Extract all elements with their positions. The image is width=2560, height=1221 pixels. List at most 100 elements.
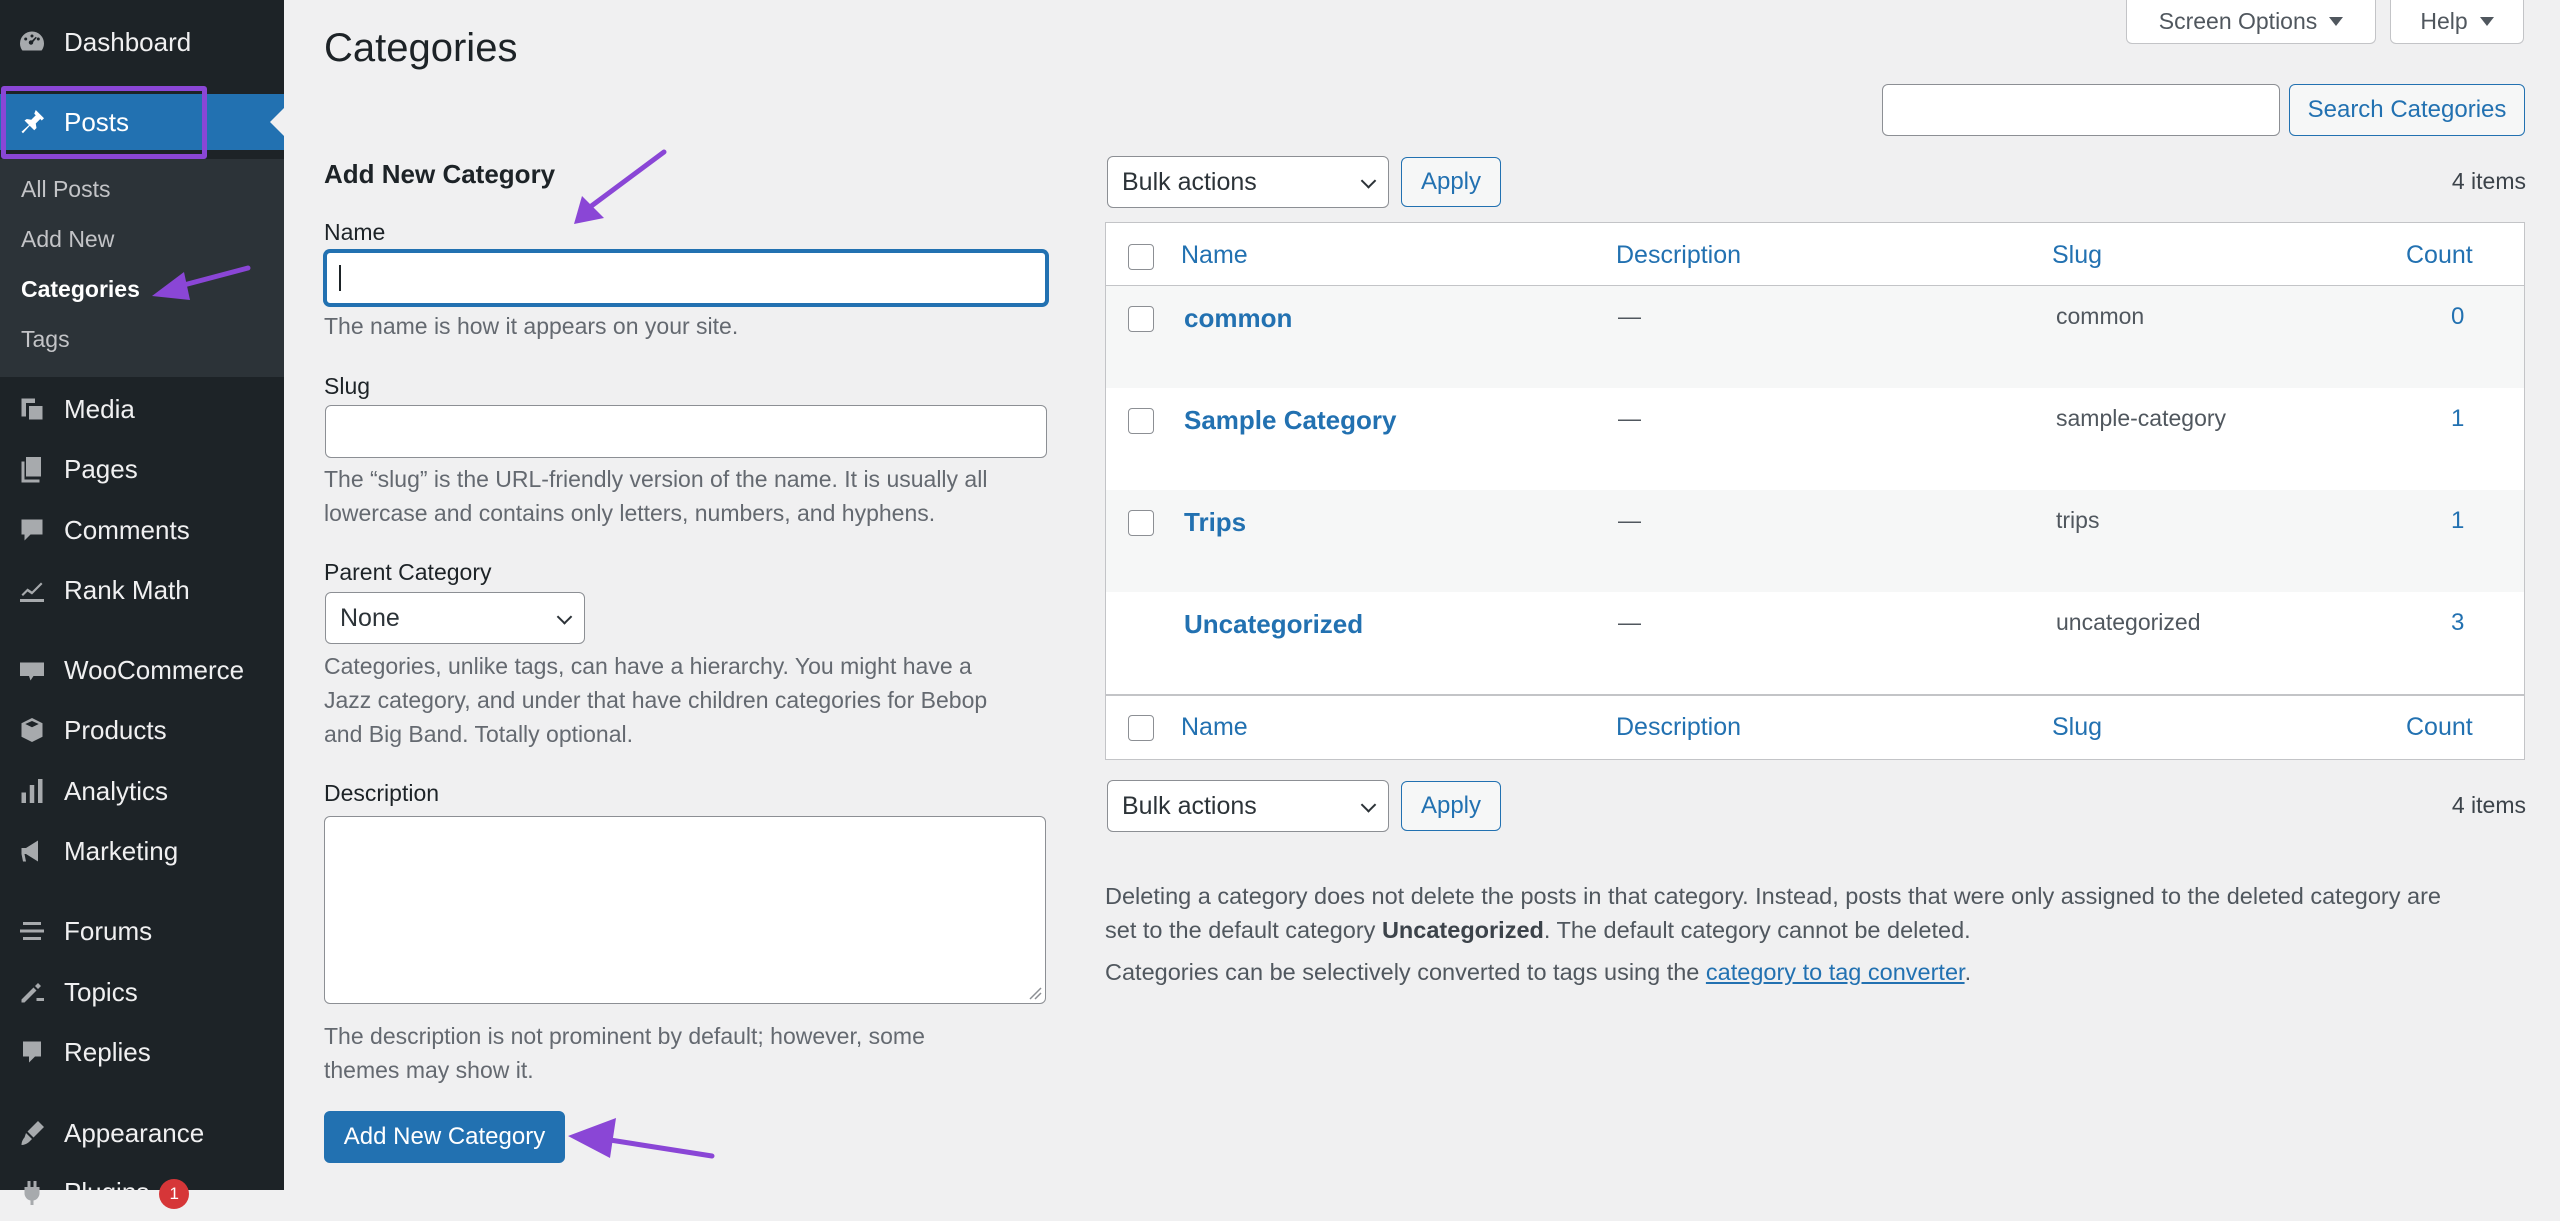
category-count-link[interactable]: 1 — [2451, 507, 2464, 535]
screen-options-button[interactable]: Screen Options — [2126, 0, 2376, 44]
parent-category-select[interactable]: None — [325, 592, 585, 644]
category-name-link[interactable]: common — [1184, 303, 1292, 334]
admin-sidebar: Dashboard Posts All Posts Add New Catego… — [0, 0, 284, 1210]
category-description: — — [1618, 507, 1641, 533]
column-header-count[interactable]: Count — [2406, 241, 2473, 270]
footer-divider — [1106, 694, 2524, 696]
annotation-arrow-categories — [152, 265, 251, 300]
column-footer-slug[interactable]: Slug — [2052, 713, 2102, 742]
description-label: Description — [324, 780, 440, 806]
bulk-actions-select-top[interactable]: Bulk actions — [1107, 156, 1389, 208]
page-title: Categories — [324, 26, 518, 70]
column-header-slug[interactable]: Slug — [2052, 241, 2102, 270]
parent-help-line-3: and Big Band. Totally optional. — [324, 721, 634, 747]
row-checkbox[interactable] — [1128, 510, 1154, 536]
update-count-badge: 1 — [159, 1179, 190, 1210]
category-to-tag-converter-link[interactable]: category to tag converter — [1706, 959, 1965, 985]
menu-comments-label: Comments — [64, 514, 190, 545]
table-row: Sample Category — sample-category 1 — [1106, 388, 2524, 490]
help-button[interactable]: Help — [2390, 0, 2524, 44]
slug-input[interactable] — [325, 405, 1047, 458]
menu-media[interactable]: Media — [0, 381, 284, 437]
menu-rank-math[interactable]: Rank Math — [0, 562, 284, 618]
description-help-line-1: The description is not prominent by defa… — [324, 1023, 925, 1049]
chevron-down-icon — [1360, 173, 1377, 189]
table-row: common — common 0 — [1106, 286, 2524, 388]
appearance-icon — [0, 1118, 64, 1148]
parent-category-value: None — [340, 603, 400, 632]
apply-button-top[interactable]: Apply — [1401, 157, 1501, 207]
submenu-add-new[interactable]: Add New — [21, 226, 114, 253]
comments-icon — [0, 515, 64, 545]
search-categories-input[interactable] — [1882, 84, 2280, 136]
category-slug: trips — [2056, 507, 2100, 533]
menu-dashboard-label: Dashboard — [64, 26, 192, 57]
search-categories-button[interactable]: Search Categories — [2289, 84, 2525, 136]
category-slug: uncategorized — [2056, 609, 2201, 635]
menu-comments[interactable]: Comments — [0, 502, 284, 558]
menu-appearance-label: Appearance — [64, 1117, 205, 1148]
column-header-description[interactable]: Description — [1616, 241, 1741, 270]
screen-options-label: Screen Options — [2158, 8, 2318, 34]
row-checkbox[interactable] — [1128, 306, 1154, 332]
menu-analytics[interactable]: Analytics — [0, 763, 284, 819]
resize-handle-icon[interactable] — [1028, 986, 1042, 1000]
submenu-tags[interactable]: Tags — [21, 326, 70, 353]
column-footer-name[interactable]: Name — [1181, 713, 1248, 742]
menu-woocommerce[interactable]: WooCommerce — [0, 642, 284, 698]
name-help-text: The name is how it appears on your site. — [324, 313, 739, 339]
submenu-all-posts[interactable]: All Posts — [21, 176, 110, 203]
default-category-name: Uncategorized — [1381, 917, 1544, 943]
media-icon — [0, 394, 64, 424]
category-count-link[interactable]: 0 — [2451, 303, 2464, 331]
converter-note-text: Categories can be selectively converted … — [1105, 959, 1706, 985]
annotation-arrow-name — [574, 149, 667, 224]
annotation-arrow-add-button — [568, 1118, 715, 1159]
slug-label: Slug — [324, 373, 371, 399]
menu-replies[interactable]: Replies — [0, 1024, 284, 1080]
row-checkbox[interactable] — [1128, 408, 1154, 434]
category-description: — — [1618, 405, 1641, 431]
menu-replies-label: Replies — [64, 1036, 151, 1067]
category-name-link[interactable]: Trips — [1184, 507, 1246, 538]
rank-math-icon — [0, 575, 64, 605]
add-new-category-button[interactable]: Add New Category — [324, 1111, 565, 1163]
category-count-link[interactable]: 3 — [2451, 609, 2464, 637]
column-footer-count[interactable]: Count — [2406, 713, 2473, 742]
column-header-name[interactable]: Name — [1181, 241, 1248, 270]
menu-forums[interactable]: Forums — [0, 903, 284, 959]
menu-pages[interactable]: Pages — [0, 441, 284, 497]
products-icon — [0, 715, 64, 745]
menu-products[interactable]: Products — [0, 702, 284, 758]
menu-plugins-label: Plugins 1 — [64, 1177, 190, 1210]
category-slug: common — [2056, 303, 2145, 329]
menu-topics[interactable]: Topics — [0, 964, 284, 1020]
description-textarea[interactable] — [324, 816, 1046, 1004]
select-all-checkbox[interactable] — [1128, 244, 1154, 270]
items-count-bottom: 4 items — [2451, 792, 2526, 818]
menu-appearance[interactable]: Appearance — [0, 1105, 284, 1161]
woocommerce-icon — [0, 655, 64, 685]
bulk-actions-select-bottom[interactable]: Bulk actions — [1107, 780, 1389, 832]
apply-button-bottom[interactable]: Apply — [1401, 781, 1501, 831]
delete-note-text-end: . The default category cannot be deleted… — [1543, 917, 1971, 943]
category-description: — — [1618, 303, 1641, 329]
replies-icon — [0, 1037, 64, 1067]
column-footer-description[interactable]: Description — [1616, 713, 1741, 742]
menu-dashboard[interactable]: Dashboard — [0, 14, 284, 70]
select-all-checkbox-footer[interactable] — [1128, 715, 1154, 741]
menu-marketing[interactable]: Marketing — [0, 823, 284, 879]
menu-forums-label: Forums — [64, 915, 153, 946]
items-count-top: 4 items — [2451, 168, 2526, 194]
category-name-link[interactable]: Sample Category — [1184, 405, 1396, 436]
category-name-link[interactable]: Uncategorized — [1184, 609, 1363, 640]
submenu-categories[interactable]: Categories — [21, 276, 140, 303]
menu-plugins[interactable]: Plugins 1 — [0, 1165, 284, 1221]
delete-note-line-1: Deleting a category does not delete the … — [1105, 883, 2441, 909]
name-input[interactable] — [324, 250, 1048, 306]
category-count-link[interactable]: 1 — [2451, 405, 2464, 433]
table-row: Trips — trips 1 — [1106, 490, 2524, 592]
text-cursor — [339, 265, 341, 291]
category-description: — — [1618, 609, 1641, 635]
category-slug: sample-category — [2056, 405, 2227, 431]
